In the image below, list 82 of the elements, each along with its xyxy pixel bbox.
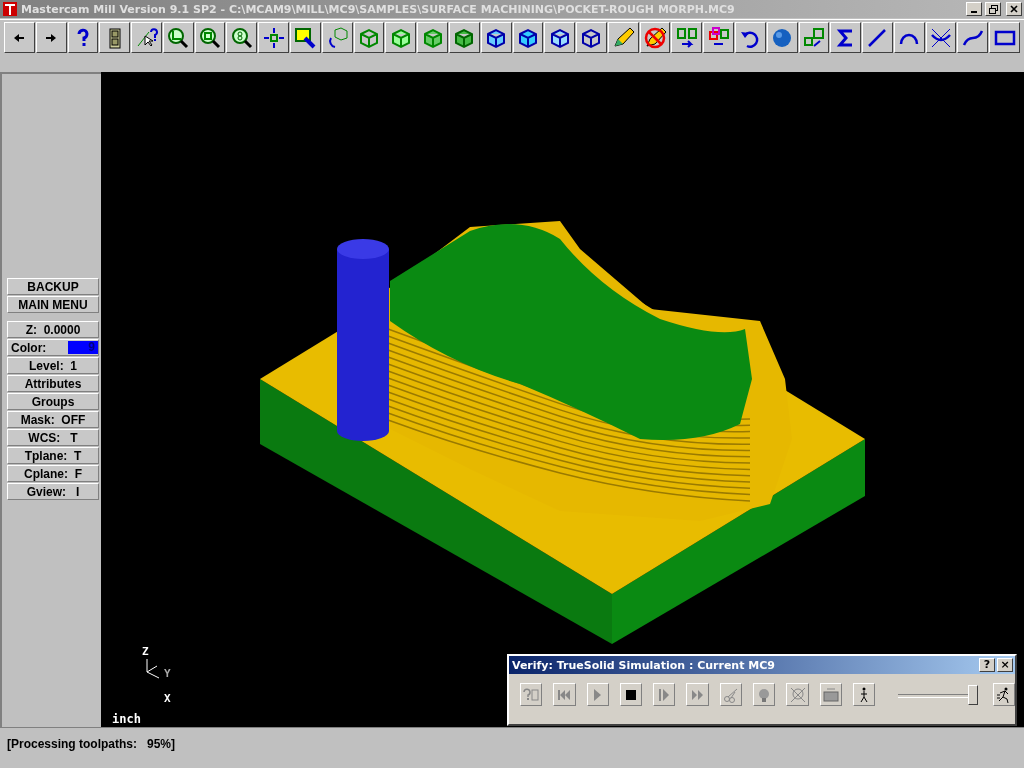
toolbar-button[interactable] xyxy=(35,22,67,53)
minimize-icon xyxy=(971,10,977,13)
close-button[interactable]: × xyxy=(997,658,1013,672)
toolbar-button[interactable] xyxy=(544,22,576,53)
rewind-icon xyxy=(558,689,571,700)
units-label: inch xyxy=(112,712,141,726)
toolbar-button[interactable] xyxy=(321,22,353,53)
stop-icon xyxy=(626,689,637,700)
toolbar-button[interactable] xyxy=(607,22,639,53)
forward-arrow-icon xyxy=(45,32,58,43)
menu-button[interactable]: BACKUP xyxy=(7,278,99,295)
toolbar-button[interactable] xyxy=(671,22,703,53)
toolbar-button[interactable] xyxy=(703,22,734,53)
app-icon xyxy=(2,1,18,17)
toolbar-button[interactable] xyxy=(417,22,448,53)
toolbar-button[interactable] xyxy=(957,22,989,53)
menu-button[interactable]: WCS: T xyxy=(7,429,99,446)
toolbar-button[interactable] xyxy=(353,22,385,53)
toolbar-button[interactable] xyxy=(830,22,862,53)
status-message: [Processing toolpaths: 95%] xyxy=(7,737,176,751)
back-arrow-icon xyxy=(13,32,26,43)
pencil-icon xyxy=(611,25,636,50)
paint-brush-icon xyxy=(293,25,318,50)
menu-button[interactable]: Groups xyxy=(7,393,99,410)
speed-slider[interactable] xyxy=(898,683,976,706)
zoom-icon xyxy=(229,25,254,50)
minimize-button[interactable] xyxy=(966,2,982,16)
toolbar-button[interactable] xyxy=(512,22,544,53)
simulation-button[interactable] xyxy=(852,683,876,706)
toolbar-button[interactable] xyxy=(226,22,258,53)
toolbar-button[interactable] xyxy=(99,22,131,53)
toolbar-button[interactable] xyxy=(798,22,830,53)
color-menu-button[interactable]: Color: 9 xyxy=(7,339,99,356)
toolbar-button[interactable] xyxy=(576,22,607,53)
close-icon xyxy=(1010,5,1018,13)
toolbar-button[interactable] xyxy=(639,22,671,53)
toolbar-button[interactable] xyxy=(4,22,35,53)
menu-button[interactable]: MAIN MENU xyxy=(7,296,99,313)
help-button[interactable]: ? xyxy=(979,658,995,672)
window-title: Mastercam Mill Version 9.1 SP2 - C:\MCAM9\MILL\MC9\SAMPLES\SURFACE MACHINING\POCKET-ROUGH MORPH.MC9 xyxy=(21,2,736,16)
menu-button[interactable]: Cplane: F xyxy=(7,465,99,482)
toolbar-button[interactable] xyxy=(258,22,290,53)
zoom-icon xyxy=(198,25,223,50)
simulation-button[interactable] xyxy=(619,683,643,706)
move-squares-icon xyxy=(674,25,699,50)
close-button[interactable] xyxy=(1006,2,1022,16)
scale-cubes-icon xyxy=(801,25,826,50)
toolbar-button[interactable] xyxy=(385,22,417,53)
slider-thumb[interactable] xyxy=(967,684,978,705)
toolbar-button[interactable] xyxy=(290,22,321,53)
toolbar-button[interactable] xyxy=(734,22,766,53)
color-swatch: 9 xyxy=(68,341,98,354)
menu-button[interactable]: Attributes xyxy=(7,375,99,392)
toolbar-button[interactable] xyxy=(131,22,162,53)
play-icon xyxy=(594,688,602,701)
toolbar-button[interactable] xyxy=(480,22,512,53)
axis-label: X xyxy=(164,692,171,705)
no-pencil-icon xyxy=(643,25,667,50)
color-label: Color: xyxy=(11,340,47,355)
menu-button[interactable]: Level: 1 xyxy=(7,357,99,374)
toolbar-button[interactable] xyxy=(893,22,925,53)
toolbar-button[interactable] xyxy=(766,22,798,53)
axis-label: Z xyxy=(142,645,149,658)
toolbar-button[interactable] xyxy=(925,22,957,53)
menu-button[interactable]: Gview: I xyxy=(7,483,99,500)
toolbar-button[interactable] xyxy=(162,22,194,53)
toolbar-button[interactable] xyxy=(989,22,1020,53)
menu-button[interactable]: Tplane: T xyxy=(7,447,99,464)
restore-icon xyxy=(988,4,998,14)
restore-button[interactable] xyxy=(985,2,1001,16)
toolbar-button[interactable] xyxy=(448,22,480,53)
toolbar-button[interactable] xyxy=(194,22,226,53)
tool-help-icon xyxy=(523,688,540,701)
pan-icon xyxy=(261,25,286,50)
toolbar-button[interactable] xyxy=(67,22,99,53)
zoom-icon xyxy=(166,25,191,50)
menu-button[interactable]: Z: 0.0000 xyxy=(7,321,99,338)
menu-button[interactable]: Mask: OFF xyxy=(7,411,99,428)
dialog-title: Verify: TrueSolid Simulation : Current MC9 xyxy=(512,658,776,672)
toolbar-button[interactable] xyxy=(862,22,893,53)
simulation-button[interactable] xyxy=(992,683,1015,706)
axis-label: Y xyxy=(164,667,171,680)
